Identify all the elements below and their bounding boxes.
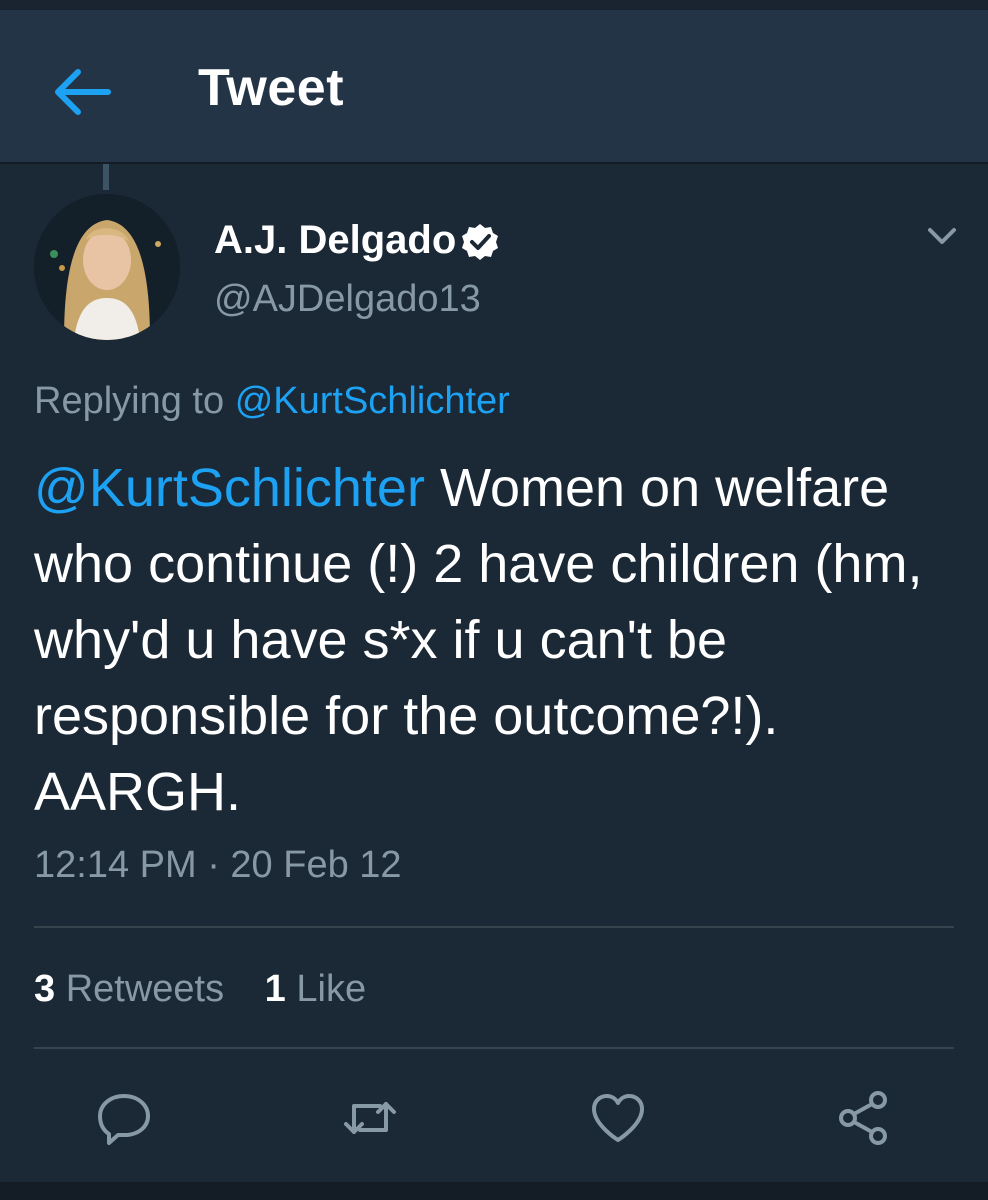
divider (34, 926, 954, 928)
page-title: Tweet (198, 59, 345, 117)
replying-to-link[interactable]: @KurtSchlichter (235, 380, 510, 422)
tweet-stats: 3 Retweets 1 Like (34, 968, 396, 1011)
thread-connector (103, 164, 109, 190)
tweet-detail-screen: Tweet A.J. Delgado @AJDelgado13 Replying… (0, 0, 988, 1200)
avatar-photo (34, 194, 180, 340)
reply-button[interactable] (94, 1088, 154, 1148)
retweets-label: Retweets (65, 968, 225, 1010)
tweet-body: @KurtSchlichter Women on welfare who con… (34, 450, 954, 830)
avatar[interactable] (34, 194, 180, 340)
likes-stat[interactable]: 1 Like (265, 968, 366, 1010)
divider (34, 1047, 954, 1049)
author-name[interactable]: A.J. Delgado (214, 218, 456, 263)
share-icon (839, 1091, 887, 1145)
reply-icon (98, 1094, 150, 1145)
like-icon (592, 1094, 644, 1142)
share-button[interactable] (834, 1088, 894, 1148)
verified-badge-icon (462, 224, 498, 260)
app-header: Tweet (0, 10, 988, 164)
tweet-timestamp: 12:14 PM · 20 Feb 12 (34, 844, 402, 886)
status-bar (0, 0, 988, 10)
mention-link[interactable]: @KurtSchlichter (34, 458, 425, 518)
author-handle[interactable]: @AJDelgado13 (214, 278, 481, 321)
retweets-stat[interactable]: 3 Retweets (34, 968, 224, 1010)
chevron-down-icon[interactable] (922, 216, 962, 256)
retweet-button[interactable] (340, 1088, 400, 1148)
arrow-left-icon (55, 69, 111, 115)
back-button[interactable] (48, 62, 116, 122)
replying-to: Replying to @KurtSchlichter (34, 380, 510, 423)
like-button[interactable] (588, 1088, 648, 1148)
bottom-edge (0, 1182, 988, 1200)
retweet-icon (344, 1102, 396, 1134)
likes-count: 1 (264, 968, 286, 1010)
replying-label: Replying to (34, 380, 225, 422)
likes-label: Like (296, 968, 367, 1010)
retweets-count: 3 (34, 968, 56, 1010)
